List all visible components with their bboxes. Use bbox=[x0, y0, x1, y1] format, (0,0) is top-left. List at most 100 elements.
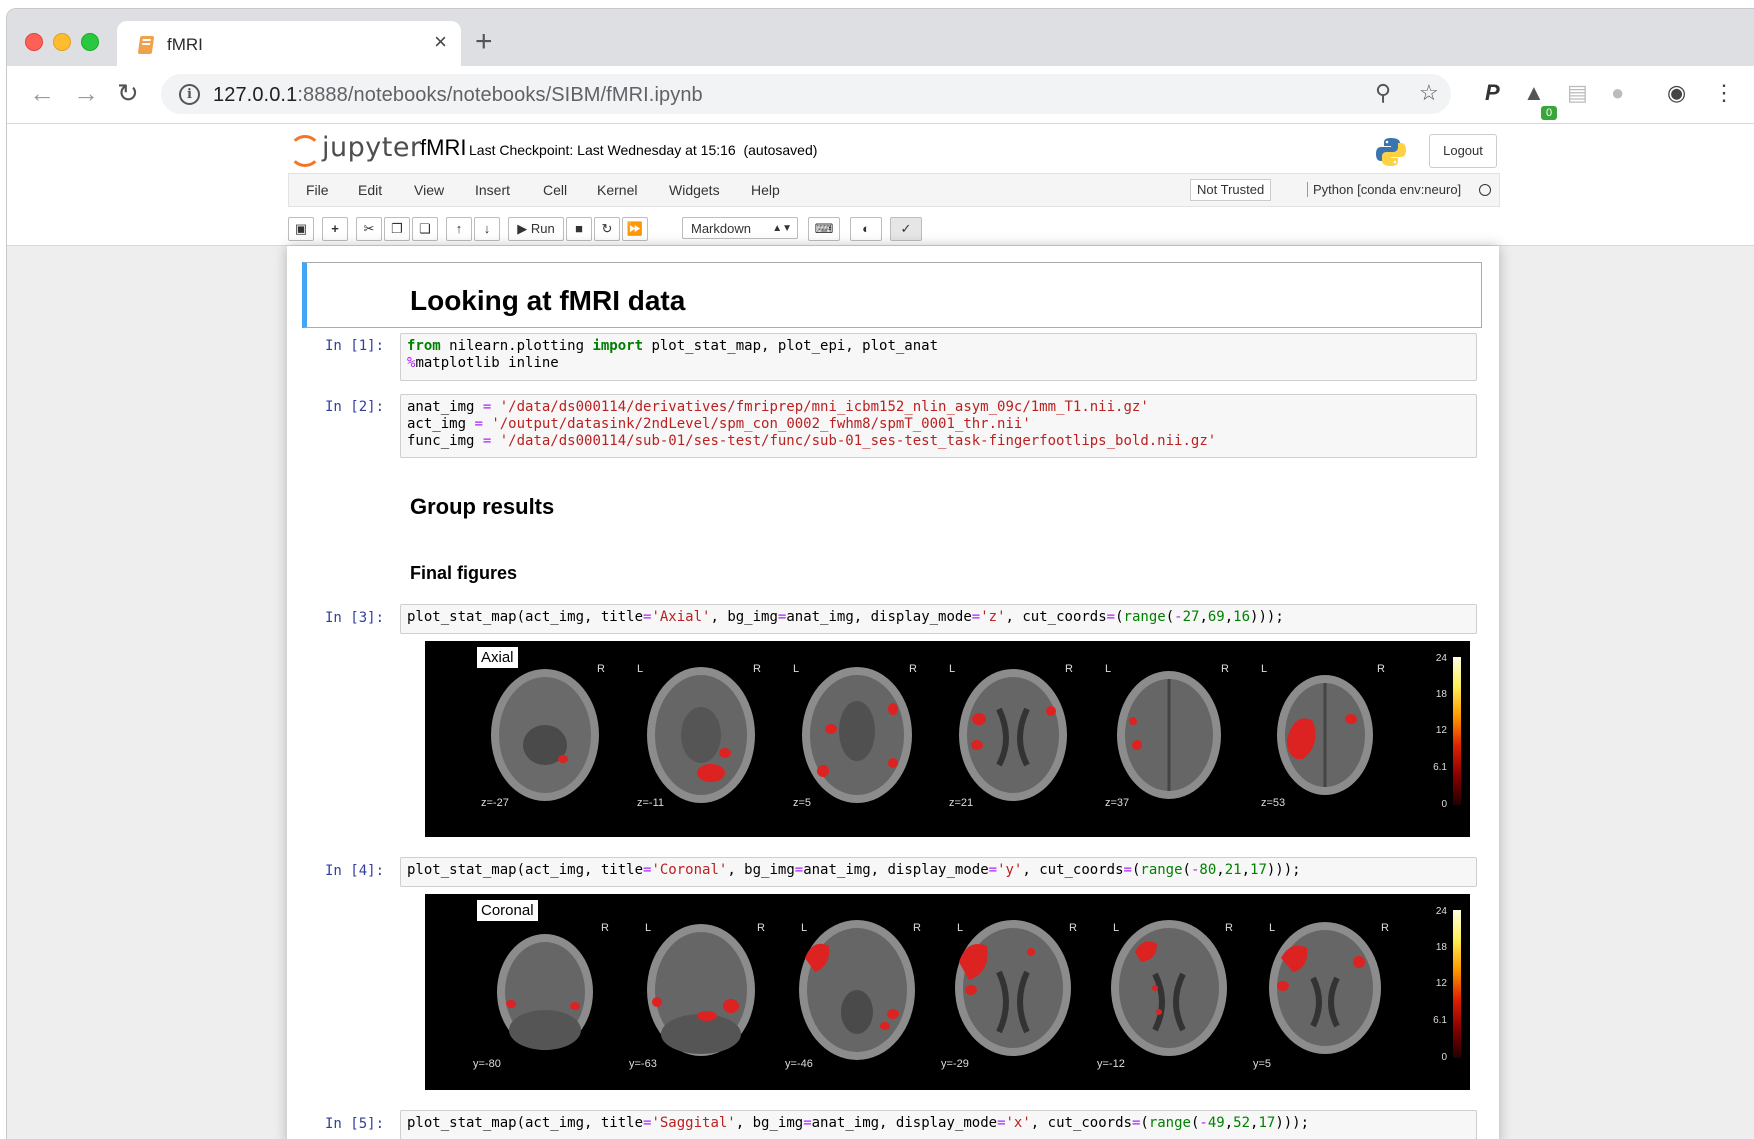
menu-file[interactable]: File bbox=[306, 182, 329, 198]
restart-run-all-button[interactable]: ⏩ bbox=[622, 217, 648, 241]
orientation-r: R bbox=[1381, 922, 1389, 934]
extension-circle-icon[interactable]: ● bbox=[1611, 80, 1624, 106]
minimize-window-button[interactable] bbox=[53, 33, 71, 51]
paste-button[interactable]: ❏ bbox=[412, 217, 438, 241]
orientation-l: L bbox=[957, 922, 964, 934]
axial-slice: z=-11 L R bbox=[627, 649, 775, 829]
back-icon[interactable]: ← bbox=[29, 78, 55, 108]
orientation-r: R bbox=[1377, 663, 1385, 675]
move-up-button[interactable]: ↑ bbox=[446, 217, 472, 241]
url-text[interactable]: 127.0.0.1:8888/notebooks/notebooks/SIBM/… bbox=[213, 84, 703, 107]
orientation-r: R bbox=[1225, 922, 1233, 934]
move-down-button[interactable]: ↓ bbox=[474, 217, 500, 241]
orientation-r: R bbox=[757, 922, 765, 934]
notebook-container: Looking at fMRI data In [1]: from nilear… bbox=[287, 246, 1499, 1139]
checkpoint-status: Last Checkpoint: Last Wednesday at 15:16… bbox=[469, 142, 818, 158]
cell-prompt: In [2]: bbox=[325, 399, 385, 415]
orientation-r: R bbox=[1069, 922, 1077, 934]
slice-label: z=-27 bbox=[481, 797, 509, 809]
heading-final-figures: Final figures bbox=[410, 563, 518, 583]
address-bar[interactable]: i 127.0.0.1:8888/notebooks/notebooks/SIB… bbox=[161, 74, 1451, 114]
cut-button[interactable]: ✂ bbox=[356, 217, 382, 241]
coronal-slice: y=-46 L R bbox=[783, 902, 931, 1082]
code-cell-5[interactable]: plot_stat_map(act_img, title='Saggital',… bbox=[400, 1110, 1477, 1139]
markdown-cell-selected[interactable]: Looking at fMRI data bbox=[302, 262, 1482, 328]
slice-label: y=-29 bbox=[941, 1058, 969, 1070]
browser-tab[interactable]: fMRI × bbox=[117, 21, 461, 67]
slice-label: y=-80 bbox=[473, 1058, 501, 1070]
cell-type-select[interactable]: Markdown ▲▼ bbox=[682, 217, 798, 239]
jupyter-logo-text[interactable]: jupyter bbox=[322, 132, 422, 163]
coronal-slice: y=-29 L R bbox=[939, 902, 1087, 1082]
browser-window: fMRI × + ← → ↻ i 127.0.0.1:8888/notebook… bbox=[6, 8, 1754, 1139]
colorbar-tick: 18 bbox=[1435, 689, 1447, 700]
trust-indicator[interactable]: Not Trusted bbox=[1190, 179, 1272, 201]
check-icon: ✓ bbox=[900, 221, 912, 236]
menu-kernel[interactable]: Kernel bbox=[597, 182, 637, 198]
orientation-r: R bbox=[909, 663, 917, 675]
cell-prompt: In [4]: bbox=[325, 863, 385, 879]
slice-label: z=37 bbox=[1105, 797, 1130, 809]
colorbar-tick: 0 bbox=[1441, 799, 1447, 810]
forward-icon[interactable]: → bbox=[73, 78, 99, 108]
maximize-window-button[interactable] bbox=[81, 33, 99, 51]
jupyter-logo-icon[interactable] bbox=[289, 135, 321, 167]
orientation-l: L bbox=[1261, 663, 1268, 675]
menu-insert[interactable]: Insert bbox=[475, 182, 510, 198]
restart-button[interactable]: ↻ bbox=[594, 217, 620, 241]
code-cell-3[interactable]: plot_stat_map(act_img, title='Axial', bg… bbox=[400, 604, 1477, 634]
insert-cell-button[interactable]: + bbox=[322, 217, 348, 241]
axial-slice: z=5 L R bbox=[783, 649, 931, 829]
star-icon[interactable]: ☆ bbox=[1419, 80, 1439, 106]
profile-icon[interactable]: ◉ bbox=[1667, 80, 1686, 106]
new-tab-button[interactable]: + bbox=[475, 27, 493, 57]
toggle-button[interactable]: ◐ bbox=[850, 217, 882, 241]
menu-icon[interactable]: ⋮ bbox=[1713, 80, 1735, 106]
scissors-icon: ✂ bbox=[363, 221, 375, 236]
axial-plot: Axial z=-27 R z=-11 L R z=5 L R z=21 L R z=37 L R… bbox=[425, 641, 1470, 837]
extension-card-icon[interactable]: ▤ bbox=[1567, 80, 1588, 106]
save-button[interactable]: ▣ bbox=[288, 217, 314, 241]
run-button[interactable]: ▶ Run bbox=[508, 217, 564, 241]
code-cell-1[interactable]: from nilearn.plotting import plot_stat_m… bbox=[400, 333, 1477, 381]
reload-icon[interactable]: ↻ bbox=[117, 78, 139, 108]
code-cell-4[interactable]: plot_stat_map(act_img, title='Coronal', … bbox=[400, 857, 1477, 887]
extension-p-icon[interactable]: P bbox=[1485, 80, 1500, 106]
slice-label: z=5 bbox=[793, 797, 812, 809]
info-icon[interactable]: i bbox=[179, 84, 200, 105]
colorbar-tick: 12 bbox=[1435, 725, 1447, 736]
orientation-r: R bbox=[753, 663, 761, 675]
axial-slice: z=21 L R bbox=[939, 649, 1087, 829]
menu-cell[interactable]: Cell bbox=[543, 182, 567, 198]
coronal-plot: Coronal y=-80 R y=-63 L R y=-46 L R y=-29 L R y… bbox=[425, 894, 1470, 1090]
colorbar-tick: 24 bbox=[1435, 906, 1447, 917]
close-window-button[interactable] bbox=[25, 33, 43, 51]
tab-close-icon[interactable]: × bbox=[434, 31, 447, 53]
code-cell-2[interactable]: anat_img = '/data/ds000114/derivatives/f… bbox=[400, 394, 1477, 458]
coronal-slice: y=5 L R bbox=[1251, 902, 1399, 1082]
copy-button[interactable]: ❐ bbox=[384, 217, 410, 241]
plus-icon: + bbox=[331, 221, 339, 236]
menu-bar: File Edit View Insert Cell Kernel Widget… bbox=[288, 173, 1500, 207]
cell-prompt: In [5]: bbox=[325, 1116, 385, 1132]
command-palette-button[interactable]: ⌨ bbox=[808, 217, 840, 241]
menu-view[interactable]: View bbox=[414, 182, 444, 198]
menu-help[interactable]: Help bbox=[751, 182, 780, 198]
checklist-button[interactable]: ✓ bbox=[890, 217, 922, 241]
logout-button[interactable]: Logout bbox=[1429, 134, 1497, 168]
extension-hat-icon[interactable]: ▲ bbox=[1523, 80, 1545, 106]
cell-prompt: In [1]: bbox=[325, 338, 385, 354]
menu-widgets[interactable]: Widgets bbox=[669, 182, 720, 198]
orientation-l: L bbox=[793, 663, 800, 675]
slice-label: z=-11 bbox=[637, 797, 665, 809]
jupyter-header: jupyter fMRI Last Checkpoint: Last Wedne… bbox=[7, 124, 1754, 246]
colorbar bbox=[1453, 657, 1461, 805]
menu-edit[interactable]: Edit bbox=[358, 182, 382, 198]
colorbar-tick: 6.1 bbox=[1433, 1015, 1447, 1026]
python-logo-icon bbox=[1376, 138, 1406, 166]
stop-icon: ■ bbox=[575, 221, 583, 236]
zoom-icon[interactable]: ⚲ bbox=[1375, 80, 1391, 106]
orientation-l: L bbox=[801, 922, 808, 934]
interrupt-button[interactable]: ■ bbox=[566, 217, 592, 241]
notebook-name[interactable]: fMRI bbox=[420, 135, 466, 161]
